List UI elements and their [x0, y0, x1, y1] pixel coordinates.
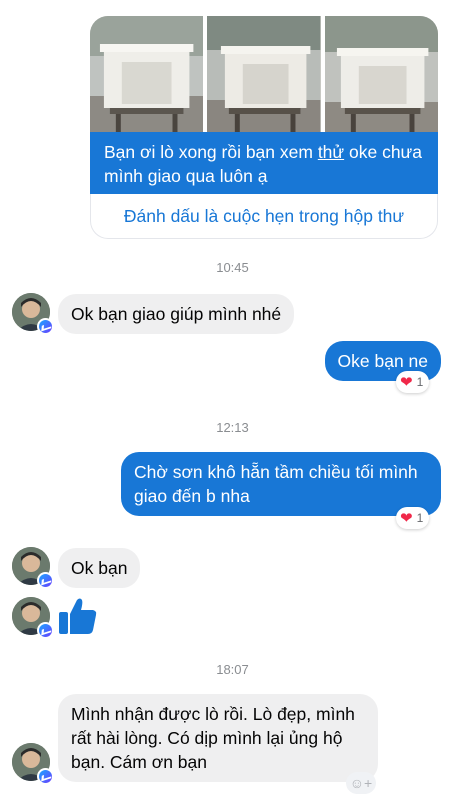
timestamp: 10:45: [216, 260, 249, 275]
avatar[interactable]: [12, 293, 54, 335]
reaction-badge[interactable]: ❤ 1: [396, 371, 430, 393]
messenger-icon: [37, 622, 54, 639]
reaction-count: 1: [416, 511, 424, 525]
messenger-icon: [37, 318, 54, 335]
reaction-badge[interactable]: ❤ 1: [396, 507, 430, 529]
thumbs-up-icon[interactable]: [58, 596, 98, 636]
reaction-count: 1: [416, 375, 424, 389]
message-bubble-incoming[interactable]: Ok bạn: [58, 548, 141, 588]
avatar[interactable]: [12, 547, 54, 589]
shared-photo[interactable]: [207, 16, 321, 134]
messenger-icon: [37, 768, 54, 785]
timestamp: 12:13: [216, 420, 249, 435]
add-reaction-icon[interactable]: ☺+: [346, 772, 376, 794]
heart-icon: ❤: [400, 373, 413, 391]
messenger-icon: [37, 572, 54, 589]
message-bubble-incoming[interactable]: Ok bạn giao giúp mình nhé: [58, 294, 295, 334]
shared-post-caption: Bạn ơi lò xong rồi bạn xem thử oke chưa …: [90, 132, 438, 194]
message-bubble-outgoing[interactable]: Chờ sơn khô hẵn tầm chiều tối mình giao …: [121, 452, 441, 516]
timestamp: 18:07: [216, 662, 249, 677]
shared-photo[interactable]: [90, 16, 204, 134]
avatar[interactable]: [12, 743, 54, 785]
heart-icon: ❤: [400, 509, 413, 527]
mark-as-appointment-link[interactable]: Đánh dấu là cuộc hẹn trong hộp thư: [90, 194, 438, 227]
shared-photo-grid: [90, 16, 438, 134]
message-bubble-incoming[interactable]: Mình nhận được lò rồi. Lò đẹp, mình rất …: [58, 694, 378, 782]
shared-post-bubble[interactable]: Bạn ơi lò xong rồi bạn xem thử oke chưa …: [90, 132, 438, 239]
shared-photo[interactable]: [324, 16, 438, 134]
avatar[interactable]: [12, 597, 54, 639]
